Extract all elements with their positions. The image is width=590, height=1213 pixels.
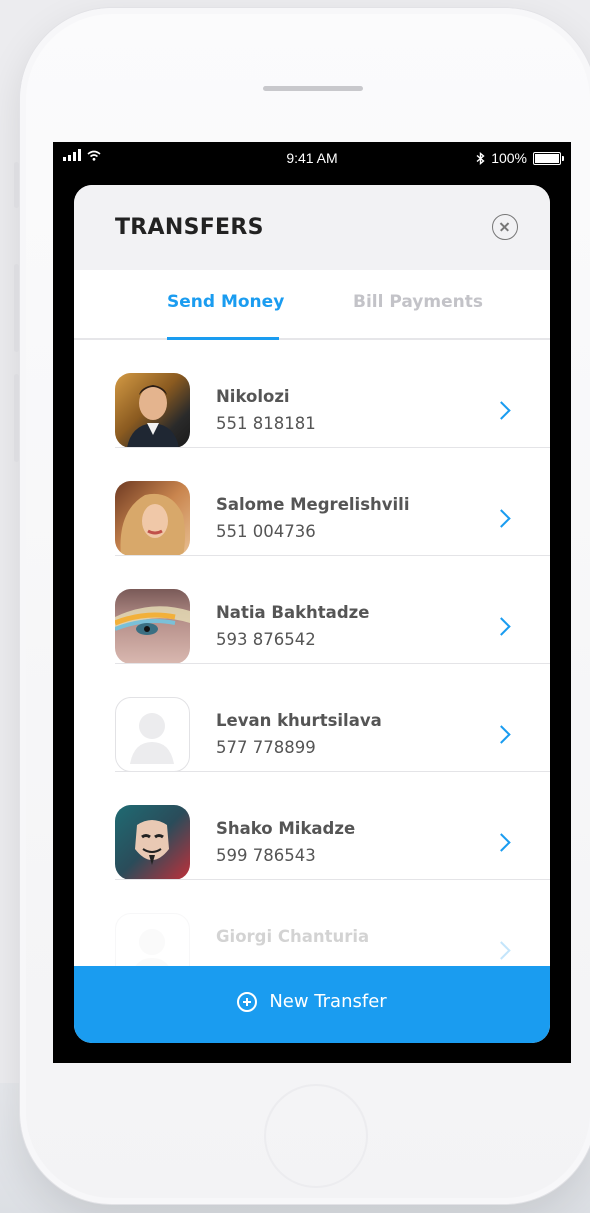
contact-name: Levan khurtsilava <box>216 711 382 730</box>
speaker-grille <box>263 86 363 91</box>
chevron-right-icon[interactable] <box>492 833 511 852</box>
chevron-right-icon[interactable] <box>492 509 511 528</box>
contact-row[interactable]: Natia Bakhtadze 593 876542 <box>74 556 550 664</box>
contact-row[interactable]: Shako Mikadze 599 786543 <box>74 772 550 880</box>
contact-name: Salome Megrelishvili <box>216 495 410 514</box>
contact-phone: 593 876542 <box>216 630 316 649</box>
contact-row[interactable]: Levan khurtsilava 577 778899 <box>74 664 550 772</box>
contact-phone: 551 818181 <box>216 414 316 433</box>
new-transfer-button[interactable]: New Transfer <box>74 966 550 1043</box>
tab-bill-payments[interactable]: Bill Payments <box>353 292 483 312</box>
battery-percentage: 100% <box>491 150 527 166</box>
contact-phone: 599 786543 <box>216 846 316 865</box>
contact-name: Natia Bakhtadze <box>216 603 370 622</box>
home-button[interactable] <box>264 1084 368 1188</box>
avatar <box>115 481 190 556</box>
contact-name: Giorgi Chanturia <box>216 927 370 946</box>
status-bar: 9:41 AM 100% <box>53 142 571 178</box>
page-title: TRANSFERS <box>115 215 264 240</box>
battery-icon <box>533 151 564 165</box>
contact-phone: 577 778899 <box>216 738 316 757</box>
transfers-card: TRANSFERS Send Money Bill Payments Nikol… <box>74 185 550 1043</box>
tab-send-money[interactable]: Send Money <box>167 292 284 312</box>
chevron-right-icon[interactable] <box>492 617 511 636</box>
volume-up-button[interactable] <box>14 264 19 352</box>
bluetooth-icon <box>476 151 485 165</box>
chevron-right-icon[interactable] <box>492 401 511 420</box>
contact-row[interactable]: Nikolozi 551 818181 <box>74 340 550 448</box>
mute-switch[interactable] <box>14 162 19 208</box>
close-icon[interactable] <box>492 214 518 240</box>
plus-circle-icon <box>237 991 258 1012</box>
phone-screen: 9:41 AM 100% TRANSFERS Send Money Bill P… <box>53 142 571 1063</box>
contact-name: Shako Mikadze <box>216 819 356 838</box>
contact-name: Nikolozi <box>216 387 290 406</box>
person-placeholder-icon <box>130 713 174 764</box>
contact-row[interactable]: Salome Megrelishvili 551 004736 <box>74 448 550 556</box>
avatar <box>115 805 190 880</box>
volume-down-button[interactable] <box>14 374 19 462</box>
chevron-right-icon[interactable] <box>492 941 511 960</box>
avatar-placeholder <box>115 697 190 772</box>
new-transfer-label: New Transfer <box>269 991 387 1012</box>
contact-phone: 551 004736 <box>216 522 316 541</box>
avatar <box>115 373 190 448</box>
tab-bar: Send Money Bill Payments <box>74 270 550 340</box>
card-header: TRANSFERS <box>74 185 550 270</box>
chevron-right-icon[interactable] <box>492 725 511 744</box>
avatar <box>115 589 190 664</box>
